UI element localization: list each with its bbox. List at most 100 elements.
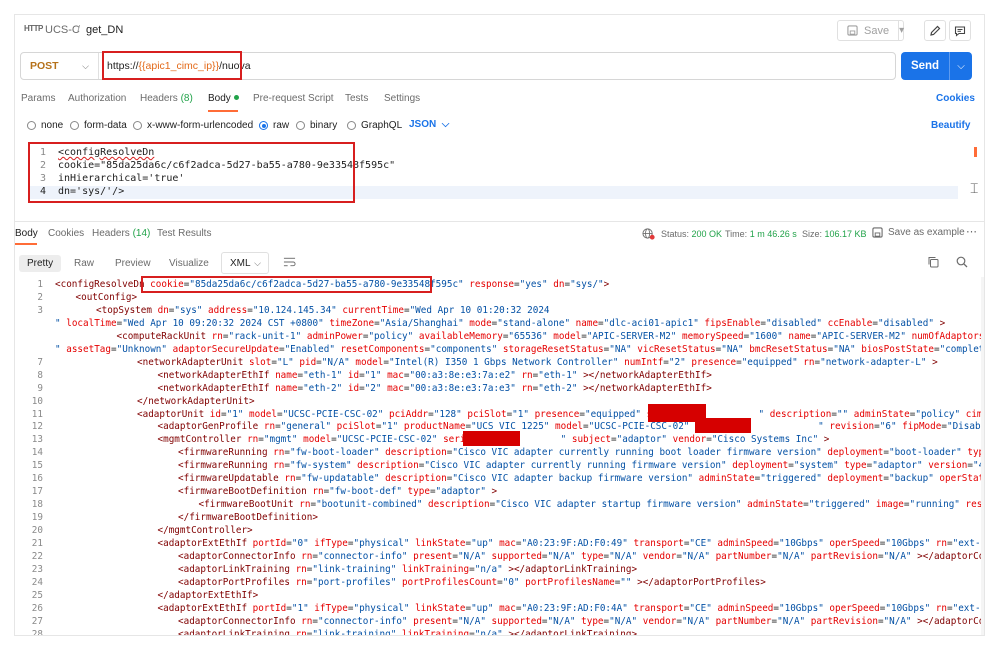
- response-time[interactable]: Time: 1 m 46.26 s: [725, 229, 797, 239]
- url-input[interactable]: https:// {{apic1_cimc_ip}} /nuova: [107, 57, 251, 75]
- panel-divider[interactable]: [15, 221, 984, 222]
- view-visualize[interactable]: Visualize: [169, 255, 209, 272]
- tab-authorization[interactable]: Authorization: [68, 93, 126, 104]
- method-chevron-down-icon: ⌵: [82, 61, 89, 71]
- line-number: 20: [31, 525, 43, 537]
- response-tab-body[interactable]: Body: [15, 228, 38, 239]
- line-text: </firmwareBootDefinition>: [178, 512, 318, 524]
- line-text: </networkAdapterUnit>: [137, 395, 255, 407]
- send-button[interactable]: Send: [901, 60, 949, 72]
- send-options-chevron-icon[interactable]: ⌵: [950, 61, 972, 72]
- comment-icon: [954, 25, 966, 37]
- text-cursor-icon: ⌶: [970, 180, 979, 196]
- url-suffix: /nuova: [219, 60, 251, 72]
- radio-none[interactable]: none: [27, 120, 63, 131]
- radio-graphql-label: GraphQL: [361, 120, 403, 131]
- tab-headers[interactable]: Headers (8): [140, 93, 193, 104]
- response-active-tab-indicator: [15, 243, 37, 245]
- code-line: 3 inHierarchical='true': [28, 173, 184, 186]
- beautify-button[interactable]: Beautify: [931, 120, 970, 131]
- tab-params[interactable]: Params: [21, 93, 55, 104]
- response-format-select[interactable]: XML ⌵: [221, 252, 269, 274]
- line-number: 21: [31, 538, 43, 549]
- response-code-line: " assetTag="Unknown" adaptorSecureUpdate…: [15, 344, 981, 357]
- radio-binary[interactable]: binary: [296, 120, 337, 131]
- save-as-example-button[interactable]: Save as example: [872, 227, 965, 238]
- line-text: <adaptorExtEthIf portId="1" ifType="phys…: [157, 602, 982, 614]
- tab-body[interactable]: Body: [208, 93, 239, 104]
- line-number: 10: [31, 395, 43, 407]
- line-number: 3: [37, 304, 43, 316]
- response-tab-cookies[interactable]: Cookies: [48, 228, 84, 239]
- serial-redaction: [695, 418, 751, 433]
- line-number: 15: [31, 460, 43, 472]
- line-number: 17: [31, 486, 43, 498]
- code-line: 2 cookie="85da25da6c/c6f2adca-5d27-ba55-a…: [28, 160, 395, 173]
- response-code-line: <computeRackUnit rn="rack-unit-1" adminP…: [15, 331, 982, 344]
- url-variable[interactable]: {{apic1_cimc_ip}}: [139, 60, 220, 72]
- response-tab-headers[interactable]: Headers (14): [92, 228, 150, 239]
- response-code-line: 17 <firmwareBootDefinition rn="fw-boot-de…: [15, 486, 981, 499]
- body-format-select[interactable]: JSON ⌵: [409, 119, 449, 130]
- line-number: 24: [31, 576, 43, 588]
- view-raw[interactable]: Raw: [74, 255, 94, 272]
- comments-button[interactable]: [949, 20, 971, 41]
- url-prefix: https://: [107, 60, 139, 72]
- line-text: dn='sys/'/>: [58, 186, 125, 197]
- request-name[interactable]: get_DN: [86, 24, 123, 36]
- line-text: " assetTag="Unknown" adaptorSecureUpdate…: [55, 343, 981, 355]
- response-code-line: 7 <networkAdapterUnit slot="L" pid="N/A" …: [15, 357, 981, 370]
- method-select[interactable]: POST ⌵: [21, 53, 99, 79]
- method-label: POST: [30, 60, 59, 72]
- response-code-line: " localTime="Wed Apr 10 09:20:32 2024 CS…: [15, 318, 981, 331]
- editor-scroll-marker: [974, 147, 977, 157]
- url-bar: POST ⌵ https:// {{apic1_cimc_ip}} /nuova: [20, 52, 896, 80]
- response-format-chevron-down-icon: ⌵: [254, 258, 261, 268]
- radio-raw[interactable]: raw: [259, 120, 289, 131]
- pencil-icon: [930, 25, 941, 36]
- radio-graphql[interactable]: GraphQL: [347, 120, 402, 131]
- tab-headers-count: (8): [180, 93, 193, 104]
- edit-button[interactable]: [924, 20, 946, 41]
- cookies-link[interactable]: Cookies: [936, 93, 975, 104]
- response-body-viewer[interactable]: 1 <configResolveDn cookie="85da25da6c/c6f…: [15, 277, 982, 635]
- line-number: 19: [31, 512, 43, 524]
- line-text: <adaptorLinkTraining rn="link-training" …: [178, 563, 638, 575]
- line-number: 1: [39, 147, 46, 158]
- breadcrumb-separator: /: [77, 24, 81, 36]
- line-number: 22: [31, 550, 43, 562]
- tab-prerequest-script[interactable]: Pre-request Script: [253, 93, 334, 104]
- radio-urlencoded-label: x-www-form-urlencoded: [147, 120, 254, 131]
- line-text: <configResolveDn: [58, 147, 155, 158]
- line-text: <topSystem dn="sys" address="10.124.145.…: [96, 304, 550, 316]
- body-format-label: JSON: [409, 119, 437, 130]
- response-code-line: 19 </firmwareBootDefinition>: [15, 512, 981, 525]
- request-body-editor[interactable]: 1 <configResolveDn 2 cookie="85da25da6c/c6…: [28, 145, 978, 215]
- radio-form-data[interactable]: form-data: [70, 120, 127, 131]
- radio-urlencoded[interactable]: x-www-form-urlencoded: [133, 120, 253, 131]
- line-number: 2: [37, 291, 43, 303]
- wrap-lines-icon[interactable]: [283, 256, 296, 268]
- response-size[interactable]: Size: 106.17 KB: [802, 229, 867, 239]
- status-value: 200 OK: [691, 229, 723, 239]
- network-globe-icon[interactable]: [642, 227, 655, 240]
- more-options-icon[interactable]: ⋯: [966, 225, 978, 238]
- search-icon[interactable]: [956, 256, 968, 268]
- tab-settings[interactable]: Settings: [384, 93, 420, 104]
- view-pretty[interactable]: Pretty: [19, 255, 62, 272]
- line-number: 18: [31, 499, 43, 511]
- size-label: Size:: [802, 229, 823, 239]
- response-tab-test-results[interactable]: Test Results: [157, 228, 211, 239]
- tab-tests[interactable]: Tests: [345, 93, 368, 104]
- breadcrumb-collection[interactable]: UCS-C: [45, 24, 80, 36]
- save-button[interactable]: Save: [838, 21, 900, 40]
- line-text: </mgmtController>: [157, 525, 253, 537]
- view-preview[interactable]: Preview: [115, 255, 151, 272]
- response-code-line: 16 <firmwareUpdatable rn="fw-updatable" d…: [15, 473, 981, 486]
- save-icon: [872, 227, 883, 238]
- response-scrollbar[interactable]: [981, 277, 984, 635]
- save-button-group: Save ▾: [837, 20, 904, 41]
- save-options-chevron-icon[interactable]: ▾: [899, 25, 904, 36]
- response-code-line: 22 <adaptorConnectorInfo rn="connector-in…: [15, 551, 981, 564]
- copy-icon[interactable]: [927, 256, 939, 268]
